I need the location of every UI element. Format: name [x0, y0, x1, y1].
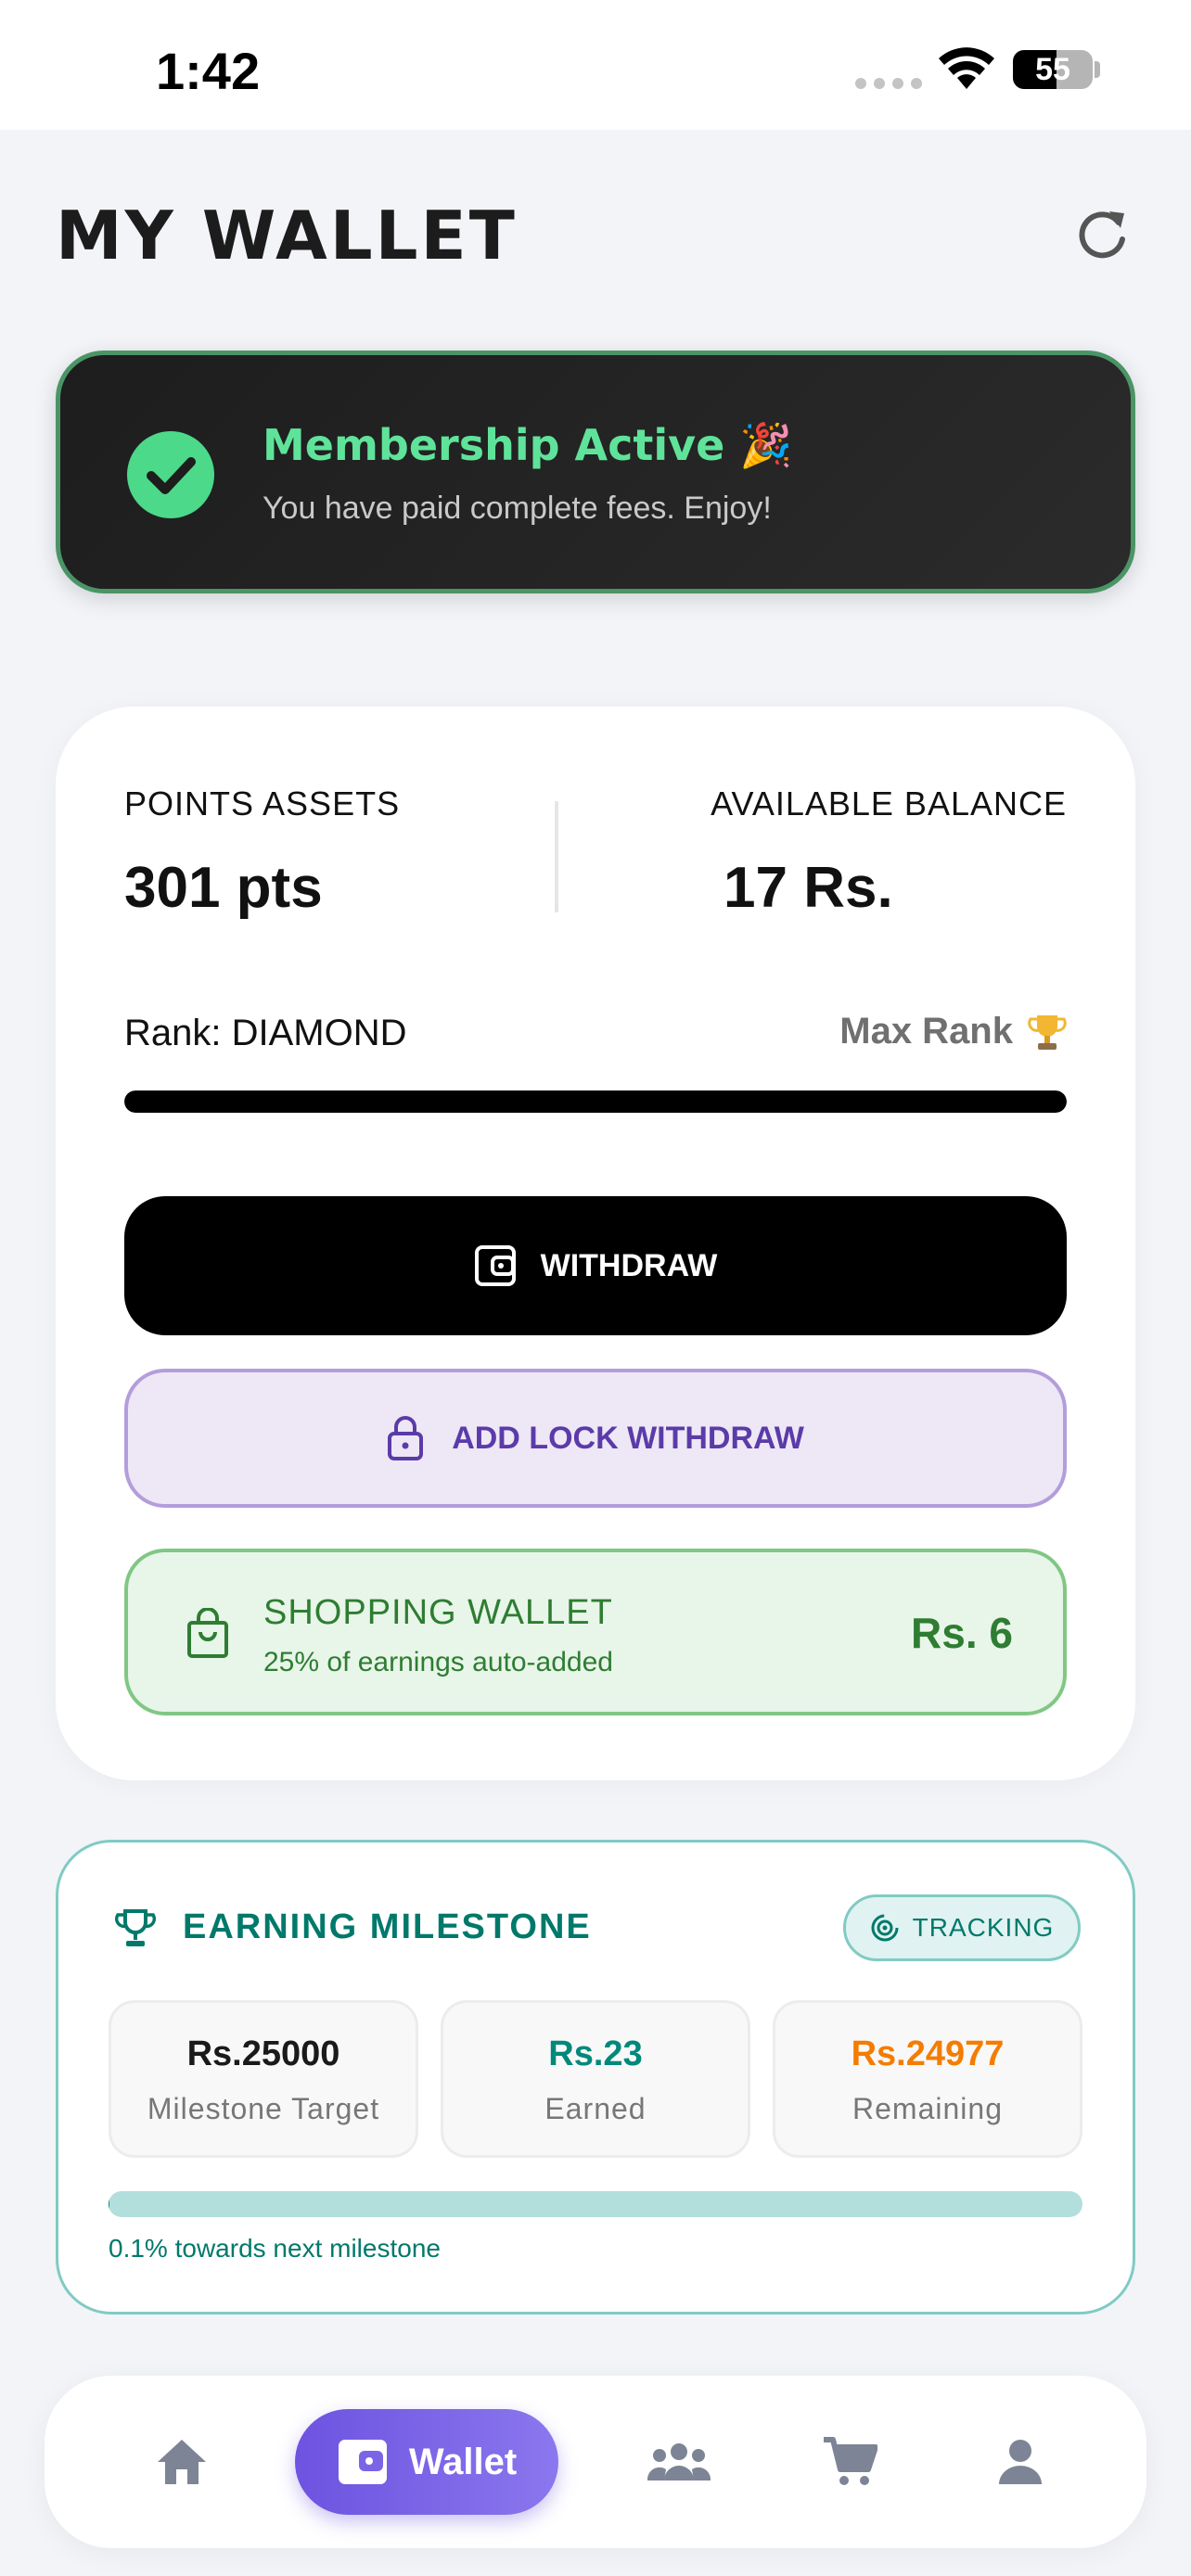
- check-circle-icon: [127, 431, 214, 518]
- wallet-icon: [338, 2440, 387, 2484]
- membership-title: Membership Active 🎉: [263, 420, 793, 470]
- balance-label: AVAILABLE BALANCE: [711, 784, 1067, 823]
- milestone-remaining-value: Rs.24977: [851, 2034, 1005, 2073]
- milestone-progress-text: 0.1% towards next milestone: [109, 2234, 441, 2263]
- nav-home[interactable]: [137, 2376, 226, 2548]
- community-icon: [647, 2443, 711, 2480]
- nav-wallet[interactable]: Wallet: [295, 2409, 558, 2515]
- withdraw-button[interactable]: WITHDRAW: [124, 1196, 1067, 1335]
- milestone-remaining-label: Remaining: [852, 2092, 1003, 2125]
- bottom-nav: Wallet: [45, 2376, 1146, 2548]
- earning-milestone-card: EARNING MILESTONE TRACKING Rs.25000 Mile…: [56, 1840, 1135, 2315]
- balance-value: 17 Rs.: [724, 856, 893, 920]
- cart-icon: [824, 2437, 877, 2485]
- milestone-earned-value: Rs.23: [548, 2034, 643, 2073]
- milestone-target-value: Rs.25000: [186, 2034, 340, 2073]
- shopping-wallet[interactable]: SHOPPING WALLET 25% of earnings auto-add…: [124, 1549, 1067, 1715]
- wallet-card: POINTS ASSETS 301 pts AVAILABLE BALANCE …: [56, 707, 1135, 1780]
- trophy-icon: [1028, 1014, 1067, 1050]
- milestone-progress-bar: [109, 2191, 1082, 2217]
- membership-subtitle: You have paid complete fees. Enjoy!: [263, 491, 772, 526]
- wallet-icon: [474, 1245, 516, 1286]
- stat-divider: [555, 801, 558, 912]
- tracking-label: TRACKING: [912, 1913, 1055, 1942]
- shopping-wallet-amount: Rs. 6: [911, 1609, 1013, 1657]
- tracking-badge: TRACKING: [843, 1894, 1081, 1961]
- target-icon: [871, 1914, 899, 1942]
- max-rank-label: Max Rank: [839, 1011, 1013, 1052]
- page-title: MY WALLET: [56, 197, 518, 274]
- milestone-remaining-stat: Rs.24977 Remaining: [773, 2000, 1082, 2158]
- membership-banner: Membership Active 🎉 You have paid comple…: [56, 351, 1135, 593]
- nav-profile[interactable]: [976, 2376, 1065, 2548]
- milestone-earned-label: Earned: [544, 2092, 647, 2125]
- points-value: 301 pts: [124, 856, 323, 920]
- nav-community[interactable]: [634, 2376, 724, 2548]
- trophy-icon: [114, 1909, 157, 1946]
- add-lock-withdraw-label: ADD LOCK WITHDRAW: [452, 1420, 804, 1456]
- rank-progress-bar: [124, 1090, 1067, 1113]
- status-time: 1:42: [156, 42, 261, 100]
- shopping-wallet-subtitle: 25% of earnings auto-added: [263, 1647, 613, 1677]
- nav-cart[interactable]: [805, 2376, 894, 2548]
- lock-icon: [388, 1416, 424, 1460]
- withdraw-label: WITHDRAW: [540, 1247, 718, 1283]
- rank-progress-fill: [124, 1090, 1067, 1113]
- profile-icon: [999, 2440, 1042, 2484]
- home-icon: [158, 2440, 206, 2484]
- max-rank: Max Rank: [839, 1011, 1067, 1052]
- cellular-signal-icon: [855, 78, 922, 89]
- rank-label: Rank: DIAMOND: [124, 1013, 407, 1053]
- shopping-bag-icon: [187, 1608, 228, 1658]
- battery-icon: 55: [1013, 50, 1093, 89]
- battery-level: 55: [1035, 52, 1070, 87]
- points-label: POINTS ASSETS: [124, 784, 401, 823]
- refresh-icon[interactable]: [1072, 204, 1132, 263]
- milestone-target-label: Milestone Target: [147, 2092, 380, 2125]
- milestone-earned-stat: Rs.23 Earned: [441, 2000, 750, 2158]
- status-bar: 1:42 55: [0, 0, 1191, 130]
- battery-tip: [1095, 61, 1100, 78]
- nav-wallet-label: Wallet: [408, 2441, 518, 2482]
- shopping-wallet-title: SHOPPING WALLET: [263, 1593, 613, 1632]
- add-lock-withdraw-button[interactable]: ADD LOCK WITHDRAW: [124, 1369, 1067, 1508]
- wifi-icon: [939, 47, 994, 89]
- milestone-target-stat: Rs.25000 Milestone Target: [109, 2000, 418, 2158]
- milestone-title: EARNING MILESTONE: [183, 1907, 592, 1946]
